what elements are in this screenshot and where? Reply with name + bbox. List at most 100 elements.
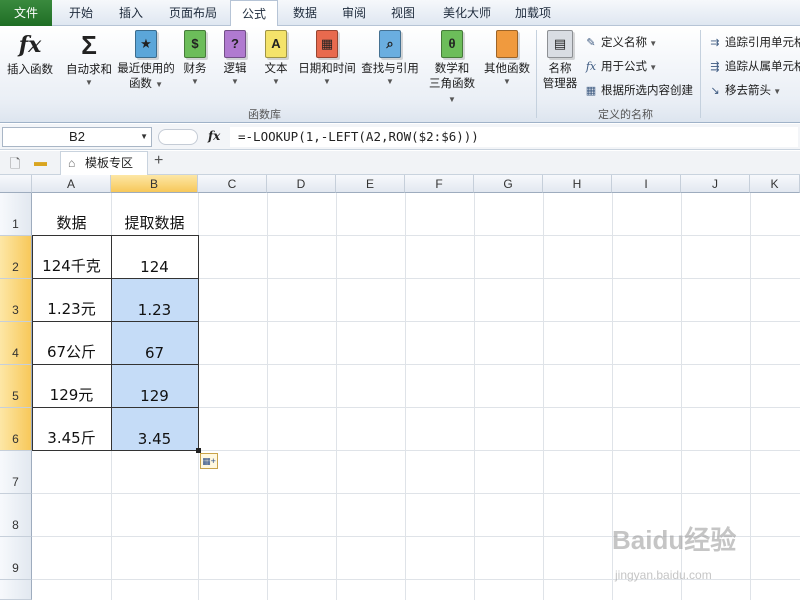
row-header[interactable]: 8 (0, 494, 32, 537)
tab-beautify-master[interactable]: 美化大师 (432, 0, 502, 26)
theta-book-icon: θ (441, 30, 463, 58)
text-label: 文本 (264, 63, 288, 75)
row-header[interactable]: 5 (0, 365, 32, 408)
math-trig-button[interactable]: θ 数学和 三角函数 ▼ (424, 30, 480, 107)
chevron-down-icon: ▼ (155, 80, 164, 89)
row-header[interactable]: 3 (0, 279, 32, 322)
tab-review[interactable]: 审阅 (332, 0, 376, 26)
insert-function-label: 插入函数 (7, 64, 53, 76)
chevron-down-icon: ▼ (647, 63, 658, 72)
gridline (405, 193, 406, 600)
autosum-label: 自动求和 (66, 64, 112, 76)
tab-formulas[interactable]: 公式 (230, 0, 278, 27)
new-document-icon[interactable]: 🗋 (10, 155, 20, 177)
chevron-down-icon: ▼ (85, 78, 93, 87)
logical-label: 逻辑 (223, 63, 247, 75)
financial-book-icon: $ (184, 30, 206, 58)
name-box[interactable]: B2 ▼ (2, 127, 152, 147)
column-header[interactable]: K (750, 175, 800, 193)
star-book-icon: ★ (135, 30, 157, 58)
column-header[interactable]: G (474, 175, 543, 193)
formula-input[interactable]: =-LOOKUP(1,-LEFT(A2,ROW($2:$6))) (230, 127, 798, 147)
insert-function-button[interactable]: fx 插入函数 (4, 30, 56, 78)
name-box-value: B2 (69, 129, 85, 144)
tab-home[interactable]: 开始 (56, 0, 106, 26)
tab-template-zone[interactable]: ⌂ 模板专区 (60, 151, 148, 175)
folder-icon[interactable]: ▬ (34, 154, 47, 169)
remove-arrows-button[interactable]: ↘ 移去箭头 ▼ (708, 82, 781, 98)
recently-used-button[interactable]: ★ 最近使用的 函数 ▼ (116, 30, 176, 92)
tab-insert[interactable]: 插入 (108, 0, 154, 26)
table-border (32, 364, 199, 365)
use-in-formula-button[interactable]: fx 用于公式 ▼ (584, 58, 657, 74)
trace-precedents-button[interactable]: ⇉ 追踪引用单元格 (708, 34, 800, 50)
logical-book-icon: ? (224, 30, 246, 58)
define-name-label: 定义名称 (601, 37, 647, 49)
watermark: Baidu经验 (612, 525, 737, 555)
date-time-button[interactable]: ▦ 日期和时间 ▼ (298, 30, 356, 87)
recently-used-label: 最近使用的 (117, 63, 175, 75)
column-header[interactable]: J (681, 175, 750, 193)
trace-precedents-icon: ⇉ (710, 37, 720, 49)
define-name-icon: ✎ (586, 37, 596, 49)
function-library-group-label: 函数库 (248, 109, 281, 121)
fx-small-icon: fx (585, 60, 597, 73)
column-header[interactable]: F (405, 175, 474, 193)
tab-view[interactable]: 视图 (380, 0, 426, 26)
row-header[interactable]: 2 (0, 236, 32, 279)
chevron-down-icon[interactable]: ▼ (140, 128, 148, 146)
table-icon: ▦ (585, 85, 597, 97)
math-label: 数学和 (434, 63, 470, 75)
lookup-reference-button[interactable]: ⌕ 查找与引用 ▼ (360, 30, 420, 87)
column-header[interactable]: B (111, 175, 198, 193)
tab-file[interactable]: 文件 (0, 0, 52, 26)
chevron-down-icon: ▼ (771, 87, 782, 96)
column-header[interactable]: A (32, 175, 111, 193)
table-border (111, 235, 112, 451)
column-header[interactable]: D (267, 175, 336, 193)
define-name-button[interactable]: ✎ 定义名称 ▼ (584, 34, 657, 50)
tab-addins[interactable]: 加载项 (506, 0, 560, 26)
gridline (336, 193, 337, 600)
fx-icon: fx (18, 32, 42, 58)
column-header[interactable]: C (198, 175, 267, 193)
logical-button[interactable]: ? 逻辑 ▼ (220, 30, 250, 87)
trace-dependents-button[interactable]: ⇶ 追踪从属单元格 (708, 58, 800, 74)
row-header[interactable]: 7 (0, 451, 32, 494)
create-from-selection-button[interactable]: ▦ 根据所选内容创建 (584, 82, 693, 98)
row-header[interactable]: 1 (0, 193, 32, 236)
auto-fill-options-icon[interactable]: ▦+ (200, 453, 218, 469)
create-from-selection-label: 根据所选内容创建 (601, 85, 693, 97)
group-separator (536, 30, 537, 118)
tab-data[interactable]: 数据 (282, 0, 328, 26)
formula-bar: B2 ▼ fx =-LOOKUP(1,-LEFT(A2,ROW($2:$6))) (0, 124, 800, 150)
row-header[interactable]: 4 (0, 322, 32, 365)
remove-arrows-icon: ↘ (710, 85, 720, 97)
column-header[interactable]: H (543, 175, 612, 193)
tab-page-layout[interactable]: 页面布局 (158, 0, 228, 26)
trace-precedents-label: 追踪引用单元格 (725, 37, 800, 49)
chevron-down-icon: ▼ (323, 77, 331, 86)
table-border (32, 321, 199, 322)
name-manager-button[interactable]: ▤ 名称 管理器 (540, 30, 580, 92)
column-header[interactable]: I (612, 175, 681, 193)
row-header[interactable]: 9 (0, 537, 32, 580)
financial-label: 财务 (183, 63, 207, 75)
select-all-corner[interactable] (0, 175, 32, 193)
row-header[interactable] (0, 580, 32, 600)
trace-dependents-icon: ⇶ (710, 61, 720, 73)
add-tab-button[interactable]: + (154, 152, 163, 170)
autosum-button[interactable]: Σ 自动求和 ▼ (64, 30, 114, 88)
table-border (32, 235, 199, 451)
cell-b1[interactable]: 提取数据 (111, 193, 198, 235)
insert-function-icon[interactable]: fx (208, 129, 220, 143)
text-button[interactable]: A 文本 ▼ (260, 30, 292, 87)
cell-a1[interactable]: 数据 (32, 193, 111, 235)
row-header[interactable]: 6 (0, 408, 32, 451)
financial-button[interactable]: $ 财务 ▼ (180, 30, 210, 87)
column-header[interactable]: E (336, 175, 405, 193)
chevron-down-icon: ▼ (231, 77, 239, 86)
formula-bar-splitter[interactable] (158, 129, 198, 145)
other-functions-button[interactable]: 其他函数 ▼ (482, 30, 532, 87)
ribbon-panel: fx 插入函数 Σ 自动求和 ▼ ★ 最近使用的 函数 ▼ $ 财务 ▼ ? 逻… (0, 26, 800, 123)
